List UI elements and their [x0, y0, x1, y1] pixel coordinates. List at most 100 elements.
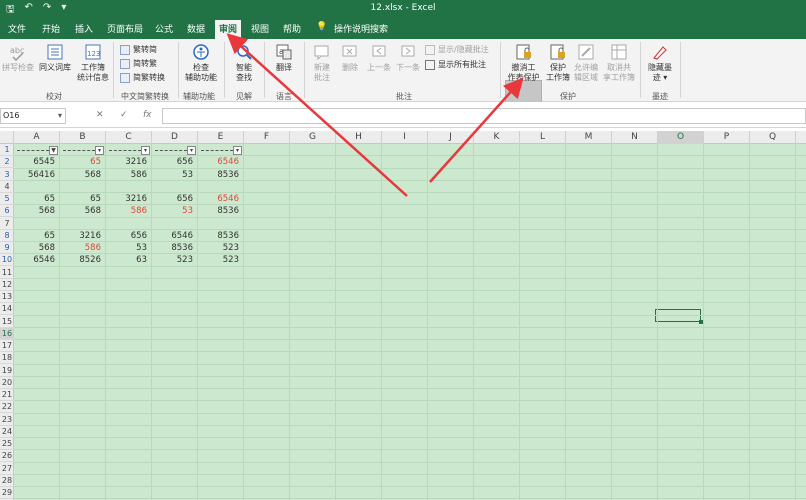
cell-C2[interactable]: 3216	[106, 156, 152, 168]
new-comment-button[interactable]: 新建 批注	[307, 43, 337, 83]
tab-insert[interactable]: 插入	[75, 22, 93, 35]
column-header-I[interactable]: I	[382, 131, 428, 144]
simplified-traditional-convert-button[interactable]: 简繁转换	[120, 72, 165, 83]
row-header-2[interactable]: 2	[0, 156, 14, 169]
active-cell-O16[interactable]	[655, 309, 703, 324]
row-header-17[interactable]: 17	[0, 340, 14, 352]
column-header-A[interactable]: A	[14, 131, 60, 144]
column-header-B[interactable]: B	[60, 131, 106, 144]
row-header-6[interactable]: 6	[0, 205, 14, 218]
cell-B3[interactable]: 568	[60, 169, 106, 181]
cell-E9[interactable]: 523	[198, 242, 244, 254]
filter-dropdown-B[interactable]: ▾	[95, 145, 104, 155]
show-hide-comment-button[interactable]: 显示/隐藏批注	[425, 44, 489, 55]
cell-C10[interactable]: 63	[106, 254, 152, 266]
cell-D10[interactable]: 523	[152, 254, 198, 266]
row-header-7[interactable]: 7	[0, 218, 14, 230]
row-header-10[interactable]: 10	[0, 254, 14, 267]
row-header-8[interactable]: 8	[0, 230, 14, 242]
tab-formulas[interactable]: 公式	[155, 22, 173, 35]
spreadsheet-grid[interactable]: ABCDEFGHIJKLMNOPQ 1 2 3 4 5 6 7 8 9 10 11 12 13 14 15 1…	[0, 131, 806, 500]
column-header-L[interactable]: L	[520, 131, 566, 144]
row-header-16[interactable]: 16	[0, 327, 14, 340]
show-all-comments-button[interactable]: 显示所有批注	[425, 59, 486, 70]
translate-button[interactable]: a 翻译	[268, 43, 300, 73]
cell-B8[interactable]: 3216	[60, 230, 106, 242]
column-header-G[interactable]: G	[290, 131, 336, 144]
cell-D9[interactable]: 8536	[152, 242, 198, 254]
column-header-C[interactable]: C	[106, 131, 152, 144]
cell-E8[interactable]: 8536	[198, 230, 244, 242]
next-comment-button[interactable]: 下一条	[393, 43, 423, 73]
t2s-button[interactable]: 繁转简	[120, 44, 157, 55]
check-accessibility-button[interactable]: 检查 辅助功能	[181, 43, 221, 83]
row-header-28[interactable]: 28	[0, 475, 14, 487]
row-header-24[interactable]: 24	[0, 426, 14, 438]
column-header-J[interactable]: J	[428, 131, 474, 144]
delete-comment-button[interactable]: 删除	[337, 43, 363, 73]
row-header-12[interactable]: 12	[0, 279, 14, 291]
filter-dropdown-D[interactable]: ▾	[187, 145, 196, 155]
row-header-22[interactable]: 22	[0, 401, 14, 414]
cell-A9[interactable]: 568	[14, 242, 60, 254]
tab-review[interactable]: 审阅	[215, 20, 242, 39]
filter-dropdown-C[interactable]: ▾	[141, 145, 150, 155]
column-header-F[interactable]: F	[244, 131, 290, 144]
row-header-18[interactable]: 18	[0, 352, 14, 365]
tab-help[interactable]: 帮助	[283, 22, 301, 35]
row-header-20[interactable]: 20	[0, 377, 14, 389]
allow-edit-ranges-button[interactable]: 允许编 辑区域	[571, 43, 601, 83]
cell-D8[interactable]: 6546	[152, 230, 198, 242]
column-header-Q[interactable]: Q	[750, 131, 796, 144]
insert-function-icon[interactable]: fx	[143, 110, 152, 120]
row-header-27[interactable]: 27	[0, 463, 14, 475]
cell-E5[interactable]: 6546	[198, 193, 244, 205]
cell-A10[interactable]: 6546	[14, 254, 60, 266]
cell-C8[interactable]: 656	[106, 230, 152, 242]
s2t-button[interactable]: 简转繁	[120, 58, 157, 69]
cell-A3[interactable]: 56416	[14, 169, 60, 181]
confirm-entry-icon[interactable]: ✓	[120, 110, 128, 120]
name-box-dropdown-icon[interactable]: ▾	[58, 111, 62, 120]
cell-E6[interactable]: 8536	[198, 205, 244, 217]
cell-B6[interactable]: 568	[60, 205, 106, 217]
spellcheck-button[interactable]: abc 拼写检查	[2, 43, 34, 73]
row-header-4[interactable]: 4	[0, 181, 14, 193]
row-header-13[interactable]: 13	[0, 291, 14, 303]
tab-view[interactable]: 视图	[251, 22, 269, 35]
cell-B2[interactable]: 65	[60, 156, 106, 168]
cell-E3[interactable]: 8536	[198, 169, 244, 181]
cell-A2[interactable]: 6545	[14, 156, 60, 168]
tab-file[interactable]: 文件	[8, 22, 26, 35]
filter-dropdown-A[interactable]: ▼	[49, 145, 58, 155]
smart-lookup-button[interactable]: 智能 查找	[228, 43, 260, 83]
column-header-P[interactable]: P	[704, 131, 750, 144]
column-header-K[interactable]: K	[474, 131, 520, 144]
tab-page-layout[interactable]: 页面布局	[107, 22, 143, 35]
unprotect-sheet-button[interactable]: 撤消工 作表保护	[505, 43, 542, 83]
cell-C9[interactable]: 53	[106, 242, 152, 254]
row-header-1[interactable]: 1	[0, 144, 14, 156]
row-header-15[interactable]: 15	[0, 316, 14, 328]
row-header-25[interactable]: 25	[0, 438, 14, 450]
cell-E10[interactable]: 523	[198, 254, 244, 266]
cell-B10[interactable]: 8526	[60, 254, 106, 266]
cell-A8[interactable]: 65	[14, 230, 60, 242]
cell-C6[interactable]: 586	[106, 205, 152, 217]
row-header-29[interactable]: 29	[0, 487, 14, 499]
filter-dropdown-E[interactable]: ▾	[233, 145, 242, 155]
row-header-19[interactable]: 19	[0, 365, 14, 377]
tab-home[interactable]: 开始	[42, 22, 60, 35]
cell-D2[interactable]: 656	[152, 156, 198, 168]
row-header-3[interactable]: 3	[0, 169, 14, 181]
column-header-E[interactable]: E	[198, 131, 244, 144]
cell-D6[interactable]: 53	[152, 205, 198, 217]
tell-me-search[interactable]: 操作说明搜索	[334, 22, 388, 35]
cell-A5[interactable]: 65	[14, 193, 60, 205]
formula-input[interactable]	[162, 108, 806, 124]
cancel-entry-icon[interactable]: ✕	[96, 110, 104, 120]
thesaurus-button[interactable]: 同义词库	[36, 43, 74, 73]
previous-comment-button[interactable]: 上一条	[365, 43, 393, 73]
cell-A6[interactable]: 568	[14, 205, 60, 217]
cell-C5[interactable]: 3216	[106, 193, 152, 205]
